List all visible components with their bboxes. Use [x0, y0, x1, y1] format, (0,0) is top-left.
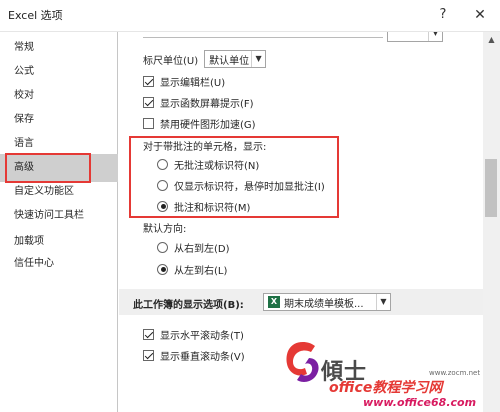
- scroll-up-icon[interactable]: ▲: [483, 32, 500, 48]
- nav-item-proofing[interactable]: 校对: [0, 86, 118, 106]
- direction-ltr-label: 从左到右(L): [174, 265, 228, 277]
- direction-group-label: 默认方向:: [143, 223, 187, 235]
- cropped-row: ▼: [143, 32, 443, 42]
- chevron-down-icon: ▼: [428, 32, 442, 41]
- scrollbar-thumb[interactable]: [485, 159, 497, 217]
- workbook-select[interactable]: X 期末成绩单模板... ▼: [263, 293, 391, 311]
- watermark-small-url: www.zocm.net: [429, 369, 481, 377]
- nav-item-language[interactable]: 语言: [0, 134, 118, 154]
- direction-option-rtl[interactable]: 从右到左(D): [157, 238, 230, 256]
- highlight-box-nav: [5, 153, 91, 183]
- highlight-box-comments: [129, 136, 339, 218]
- show-function-tips-label: 显示函数屏幕提示(F): [160, 98, 254, 110]
- ruler-unit-row: 标尺单位(U) 默认单位 ▼: [143, 50, 267, 68]
- ruler-unit-value: 默认单位: [209, 55, 250, 67]
- disable-hw-accel-row[interactable]: 禁用硬件图形加速(G): [143, 114, 256, 132]
- excel-file-icon: X: [268, 296, 280, 308]
- nav-item-customize-ribbon[interactable]: 自定义功能区: [0, 182, 118, 202]
- watermark-url: www.office68.com: [363, 396, 477, 409]
- direction-ltr-radio[interactable]: [157, 263, 168, 275]
- watermark: 傾士 www.zocm.net office教程学习网 www.office68…: [281, 336, 500, 412]
- nav-item-formulas[interactable]: 公式: [0, 62, 118, 82]
- show-formula-bar-label: 显示编辑栏(U): [160, 77, 226, 89]
- show-hscroll-checkbox[interactable]: [143, 328, 154, 340]
- chevron-down-icon: ▼: [376, 294, 390, 310]
- workbook-section-title: 此工作簿的显示选项(B):: [133, 300, 244, 311]
- options-nav: 常规 公式 校对 保存 语言 高级 自定义功能区 快速访问工具栏 加载项 信任中…: [0, 32, 118, 412]
- disable-hw-accel-checkbox[interactable]: [143, 117, 154, 129]
- cropped-text: [143, 32, 383, 38]
- workbook-display-section: 此工作簿的显示选项(B): X 期末成绩单模板... ▼: [119, 289, 483, 315]
- ruler-unit-select[interactable]: 默认单位 ▼: [204, 50, 267, 68]
- show-vscroll-label: 显示垂直滚动条(V): [160, 351, 245, 363]
- show-formula-bar-checkbox[interactable]: [143, 75, 154, 87]
- watermark-site: office教程学习网: [329, 380, 443, 396]
- show-function-tips-checkbox[interactable]: [143, 96, 154, 108]
- show-hscroll-label: 显示水平滚动条(T): [160, 330, 244, 342]
- watermark-logo-icon: [286, 342, 319, 382]
- ruler-unit-label: 标尺单位(U): [143, 55, 199, 67]
- close-icon[interactable]: ✕: [470, 5, 490, 25]
- nav-item-add-ins[interactable]: 加载项: [0, 232, 118, 252]
- nav-item-save[interactable]: 保存: [0, 110, 118, 130]
- show-formula-bar-row[interactable]: 显示编辑栏(U): [143, 72, 225, 90]
- show-vscroll-checkbox[interactable]: [143, 349, 154, 361]
- disable-hw-accel-label: 禁用硬件图形加速(G): [160, 119, 256, 131]
- title-bar: Excel 选项 ? ✕: [0, 0, 500, 32]
- direction-option-ltr[interactable]: 从左到右(L): [157, 260, 227, 278]
- direction-rtl-radio[interactable]: [157, 241, 168, 253]
- show-hscroll-row[interactable]: 显示水平滚动条(T): [143, 325, 244, 343]
- nav-item-quick-access-toolbar[interactable]: 快速访问工具栏: [0, 206, 118, 226]
- show-vscroll-row[interactable]: 显示垂直滚动条(V): [143, 346, 245, 364]
- nav-item-general[interactable]: 常规: [0, 38, 118, 58]
- workbook-name: 期末成绩单模板...: [284, 298, 364, 310]
- cropped-select[interactable]: ▼: [387, 32, 443, 42]
- nav-item-trust-center[interactable]: 信任中心: [0, 254, 118, 274]
- direction-rtl-label: 从右到左(D): [174, 243, 230, 255]
- show-function-tips-row[interactable]: 显示函数屏幕提示(F): [143, 93, 254, 111]
- chevron-down-icon: ▼: [251, 51, 265, 67]
- help-icon[interactable]: ?: [433, 5, 453, 25]
- window-title: Excel 选项: [8, 9, 63, 22]
